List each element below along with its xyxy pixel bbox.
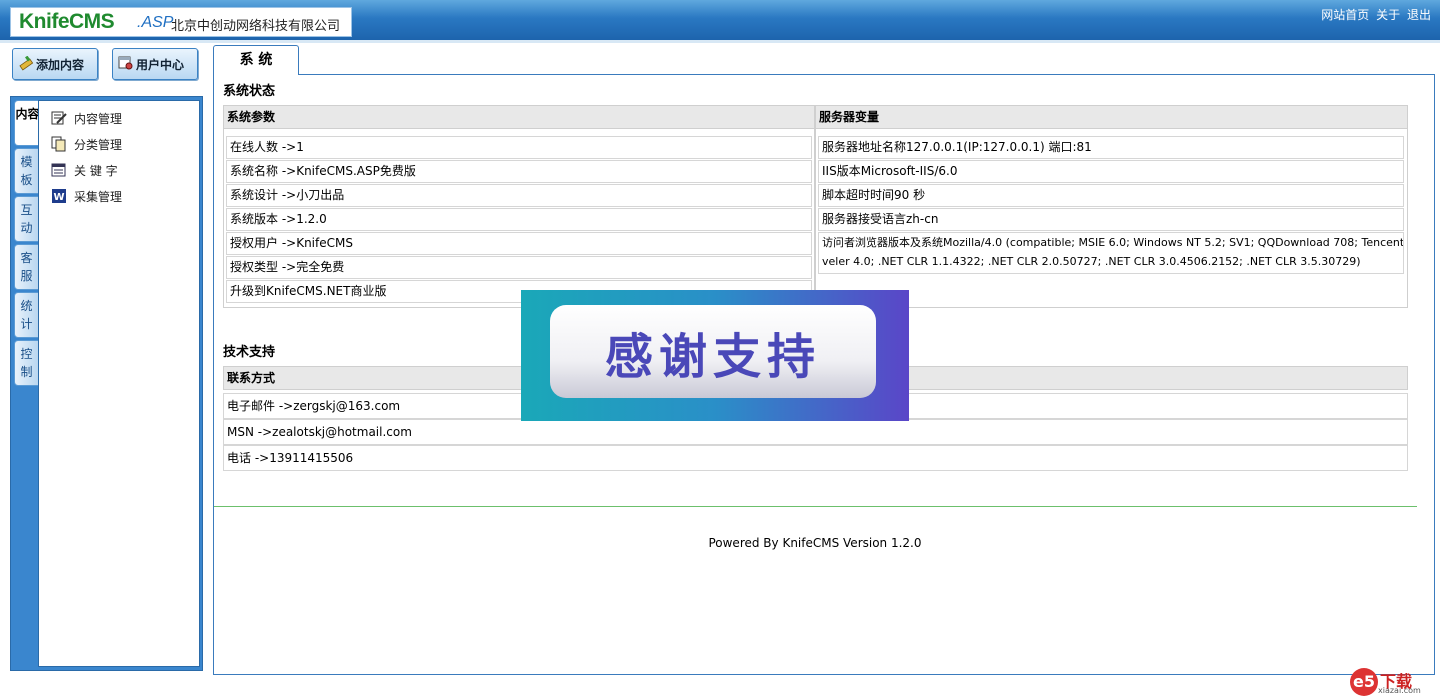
logo: KnifeCMS .ASP 北京中创动网络科技有限公司 [10, 7, 352, 37]
param-row: 系统名称 ->KnifeCMS.ASP免费版 [226, 160, 812, 183]
header-divider [0, 40, 1440, 43]
vtab-content[interactable]: 内容 [14, 100, 40, 146]
menu-label: 内容管理 [74, 111, 123, 126]
vtab-control[interactable]: 控制 [14, 340, 39, 386]
vtab-template[interactable]: 模板 [14, 148, 39, 194]
menu-item-category[interactable]: 分类管理 [51, 135, 122, 153]
server-row: 服务器接受语言zh-cn [818, 208, 1404, 231]
home-link[interactable]: 网站首页 [1321, 8, 1369, 22]
powered-by: Powered By KnifeCMS Version 1.2.0 [708, 536, 922, 550]
vtab-service[interactable]: 客服 [14, 244, 39, 290]
add-content-label: 添加内容 [36, 57, 85, 72]
param-row: 系统设计 ->小刀出品 [226, 184, 812, 207]
param-row: 授权类型 ->完全免费 [226, 256, 812, 279]
tab-system[interactable]: 系 统 [213, 45, 299, 75]
menu-label: 采集管理 [74, 189, 123, 204]
contact-row: 电话 ->13911415506 [223, 445, 1408, 471]
params-header: 系统参数 [223, 105, 815, 129]
menu-item-keywords[interactable]: 关 键 字 [51, 161, 118, 179]
watermark-sub: xiazai.com [1378, 686, 1421, 695]
add-content-button[interactable]: 添加内容 [12, 48, 98, 80]
watermark-logo: e5 [1350, 668, 1378, 696]
user-center-label: 用户中心 [136, 57, 185, 72]
vtab-interact[interactable]: 互动 [14, 196, 39, 242]
banner-panel: 感谢支持 [550, 305, 876, 398]
top-bar: KnifeCMS .ASP 北京中创动网络科技有限公司 网站首页 关于 退出 [0, 0, 1440, 40]
banner-text: 感谢支持 [604, 329, 821, 385]
logo-suffix: .ASP [137, 14, 174, 31]
menu-item-content[interactable]: 内容管理 [51, 109, 122, 127]
menu-item-collect[interactable]: W 采集管理 [51, 187, 122, 205]
vtab-label: 客服 [20, 251, 33, 283]
server-row: 脚本超时时间90 秒 [818, 184, 1404, 207]
param-row: 授权用户 ->KnifeCMS [226, 232, 812, 255]
logout-link[interactable]: 退出 [1407, 8, 1431, 22]
site-watermark: e5 下载 xiazai.com [1350, 668, 1430, 696]
company-name: 北京中创动网络科技有限公司 [171, 19, 341, 34]
menu-list: 内容管理 分类管理 关 键 字 W 采集管理 [38, 100, 200, 667]
vtab-label: 统计 [20, 299, 33, 331]
server-row: IIS版本Microsoft-IIS/6.0 [818, 160, 1404, 183]
thanks-banner: 感谢支持 [521, 290, 909, 421]
footer-divider [214, 506, 1417, 507]
user-center-button[interactable]: 用户中心 [112, 48, 198, 80]
browser-line: 访问者浏览器版本及系统Mozilla/4.0 (compatible; MSIE… [822, 236, 1403, 249]
vtab-label: 互动 [20, 203, 33, 235]
word-icon: W [52, 189, 66, 203]
server-header: 服务器变量 [815, 105, 1408, 129]
param-row: 系统版本 ->1.2.0 [226, 208, 812, 231]
param-row: 在线人数 ->1 [226, 136, 812, 159]
section-title-status: 系统状态 [223, 84, 276, 99]
copy-icon [51, 136, 66, 152]
menu-label: 关 键 字 [74, 163, 118, 178]
pencil-icon [19, 56, 34, 71]
logo-main: KnifeCMS [19, 10, 115, 33]
section-title-support: 技术支持 [223, 345, 276, 360]
left-nav-panel: 内容 模板 互动 客服 统计 控制 内容管理 分类管理 关 键 字 W 采集管理 [10, 96, 203, 671]
vtab-label: 控制 [20, 347, 33, 379]
vtab-label: 模板 [20, 155, 33, 187]
about-link[interactable]: 关于 [1376, 8, 1400, 22]
browser-row: 访问者浏览器版本及系统Mozilla/4.0 (compatible; MSIE… [818, 232, 1404, 274]
vtab-label: 内容 [15, 107, 40, 121]
server-row: 服务器地址名称127.0.0.1(IP:127.0.0.1) 端口:81 [818, 136, 1404, 159]
edit-icon [51, 111, 67, 125]
svg-text:W: W [53, 192, 64, 203]
contact-row: MSN ->zealotskj@hotmail.com [223, 419, 1408, 445]
user-window-icon [118, 56, 133, 70]
list-icon [51, 163, 66, 177]
browser-line: veler 4.0; .NET CLR 1.1.4322; .NET CLR 2… [822, 255, 1361, 268]
vtab-stats[interactable]: 统计 [14, 292, 39, 338]
top-links: 网站首页 关于 退出 [1318, 6, 1431, 23]
menu-label: 分类管理 [74, 137, 123, 152]
